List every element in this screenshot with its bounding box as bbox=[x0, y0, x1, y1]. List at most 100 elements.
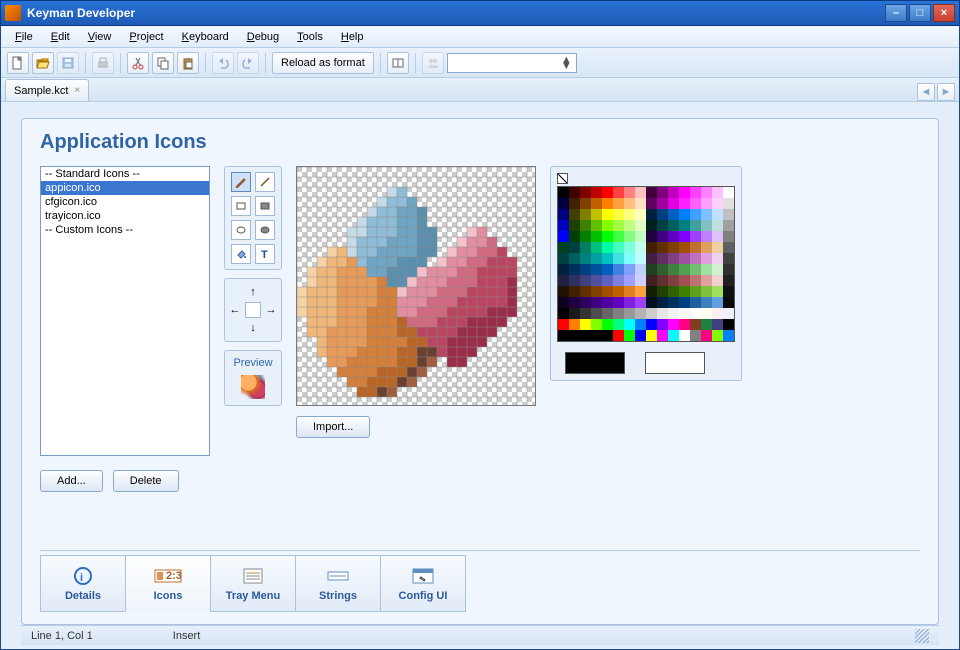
color-swatch[interactable] bbox=[569, 187, 580, 198]
nudge-center[interactable] bbox=[245, 302, 261, 318]
color-swatch[interactable] bbox=[602, 264, 613, 275]
color-swatch[interactable] bbox=[668, 275, 679, 286]
color-swatch[interactable] bbox=[635, 220, 646, 231]
color-swatch[interactable] bbox=[569, 220, 580, 231]
delete-button[interactable]: Delete bbox=[113, 470, 179, 492]
open-file-button[interactable] bbox=[32, 52, 54, 74]
color-swatch[interactable] bbox=[679, 308, 690, 319]
tab-strings[interactable]: Strings bbox=[295, 555, 381, 612]
color-swatch[interactable] bbox=[569, 319, 580, 330]
line-tool[interactable] bbox=[255, 172, 275, 192]
color-swatch[interactable] bbox=[635, 275, 646, 286]
color-swatch[interactable] bbox=[646, 198, 657, 209]
nudge-right[interactable]: → bbox=[263, 302, 279, 318]
color-swatch[interactable] bbox=[679, 330, 690, 341]
color-swatch[interactable] bbox=[635, 319, 646, 330]
color-swatch[interactable] bbox=[646, 264, 657, 275]
color-swatch[interactable] bbox=[602, 253, 613, 264]
color-swatch[interactable] bbox=[569, 253, 580, 264]
color-swatch[interactable] bbox=[591, 231, 602, 242]
color-swatch[interactable] bbox=[635, 330, 646, 341]
color-swatch[interactable] bbox=[690, 286, 701, 297]
color-swatch[interactable] bbox=[624, 253, 635, 264]
color-swatch[interactable] bbox=[723, 330, 734, 341]
color-swatch[interactable] bbox=[569, 209, 580, 220]
color-swatch[interactable] bbox=[613, 220, 624, 231]
color-swatch[interactable] bbox=[613, 187, 624, 198]
menu-keyboard[interactable]: Keyboard bbox=[174, 29, 237, 45]
menu-project[interactable]: Project bbox=[121, 29, 171, 45]
filled-rect-tool[interactable] bbox=[255, 196, 275, 216]
paste-button[interactable] bbox=[177, 52, 199, 74]
import-button[interactable]: Import... bbox=[296, 416, 370, 438]
color-swatch[interactable] bbox=[580, 253, 591, 264]
color-swatch[interactable] bbox=[723, 286, 734, 297]
color-swatch[interactable] bbox=[723, 187, 734, 198]
new-file-button[interactable] bbox=[7, 52, 29, 74]
color-swatch[interactable] bbox=[580, 264, 591, 275]
color-swatch[interactable] bbox=[591, 209, 602, 220]
color-swatch[interactable] bbox=[657, 308, 668, 319]
color-swatch[interactable] bbox=[624, 275, 635, 286]
color-swatch[interactable] bbox=[701, 209, 712, 220]
list-item[interactable]: trayicon.ico bbox=[41, 209, 209, 223]
color-swatch[interactable] bbox=[613, 330, 624, 341]
maximize-button[interactable]: □ bbox=[909, 4, 931, 22]
color-swatch[interactable] bbox=[613, 275, 624, 286]
color-swatch[interactable] bbox=[712, 209, 723, 220]
color-swatch[interactable] bbox=[679, 264, 690, 275]
color-swatch[interactable] bbox=[569, 242, 580, 253]
color-swatch[interactable] bbox=[712, 187, 723, 198]
color-swatch[interactable] bbox=[646, 319, 657, 330]
color-swatch[interactable] bbox=[624, 297, 635, 308]
color-swatch[interactable] bbox=[701, 319, 712, 330]
color-swatch[interactable] bbox=[657, 275, 668, 286]
color-swatch[interactable] bbox=[723, 319, 734, 330]
color-swatch[interactable] bbox=[679, 187, 690, 198]
color-swatch[interactable] bbox=[723, 264, 734, 275]
color-swatch[interactable] bbox=[679, 297, 690, 308]
color-palette[interactable] bbox=[557, 186, 735, 342]
color-swatch[interactable] bbox=[569, 275, 580, 286]
color-swatch[interactable] bbox=[646, 275, 657, 286]
color-swatch[interactable] bbox=[712, 264, 723, 275]
tab-scroll-right[interactable]: ► bbox=[937, 83, 955, 101]
color-swatch[interactable] bbox=[580, 275, 591, 286]
color-swatch[interactable] bbox=[580, 198, 591, 209]
color-swatch[interactable] bbox=[602, 198, 613, 209]
color-swatch[interactable] bbox=[679, 253, 690, 264]
color-swatch[interactable] bbox=[591, 319, 602, 330]
color-swatch[interactable] bbox=[602, 242, 613, 253]
color-swatch[interactable] bbox=[657, 330, 668, 341]
color-swatch[interactable] bbox=[679, 220, 690, 231]
color-swatch[interactable] bbox=[558, 308, 569, 319]
color-swatch[interactable] bbox=[580, 308, 591, 319]
color-swatch[interactable] bbox=[657, 297, 668, 308]
color-swatch[interactable] bbox=[712, 319, 723, 330]
nudge-up[interactable]: ↑ bbox=[245, 284, 261, 300]
color-swatch[interactable] bbox=[646, 209, 657, 220]
color-swatch[interactable] bbox=[657, 220, 668, 231]
list-item[interactable]: cfgicon.ico bbox=[41, 195, 209, 209]
color-swatch[interactable] bbox=[701, 308, 712, 319]
nudge-down[interactable]: ↓ bbox=[245, 320, 261, 336]
color-swatch[interactable] bbox=[635, 286, 646, 297]
color-swatch[interactable] bbox=[580, 209, 591, 220]
color-swatch[interactable] bbox=[580, 319, 591, 330]
color-swatch[interactable] bbox=[679, 198, 690, 209]
list-item[interactable]: -- Custom Icons -- bbox=[41, 223, 209, 237]
color-swatch[interactable] bbox=[723, 253, 734, 264]
pixel-editor-canvas[interactable] bbox=[296, 166, 536, 406]
color-swatch[interactable] bbox=[558, 275, 569, 286]
color-swatch[interactable] bbox=[690, 198, 701, 209]
color-swatch[interactable] bbox=[624, 198, 635, 209]
color-swatch[interactable] bbox=[569, 330, 580, 341]
minimize-button[interactable]: – bbox=[885, 4, 907, 22]
color-swatch[interactable] bbox=[657, 231, 668, 242]
color-swatch[interactable] bbox=[646, 297, 657, 308]
color-swatch[interactable] bbox=[591, 275, 602, 286]
tab-config-ui[interactable]: Config UI bbox=[380, 555, 466, 612]
color-swatch[interactable] bbox=[558, 330, 569, 341]
color-swatch[interactable] bbox=[657, 209, 668, 220]
color-swatch[interactable] bbox=[635, 308, 646, 319]
